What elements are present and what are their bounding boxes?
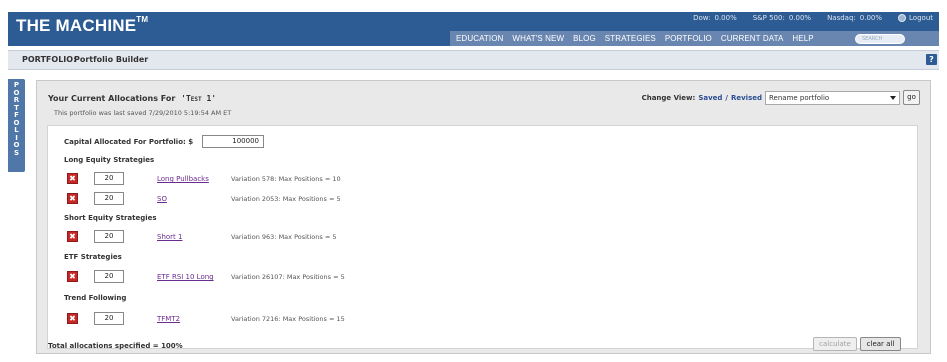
delete-icon[interactable]: ✖: [67, 193, 78, 204]
calculate-button[interactable]: calculate: [813, 337, 857, 351]
group-heading-short-equity: Short Equity Strategies: [64, 214, 157, 222]
brand-name: THE MACHINE: [16, 16, 137, 35]
allocations-title: Your Current Allocations For 'Test 1': [48, 94, 216, 103]
breadcrumb: PORTFOLIO: Portfolio Builder ?: [8, 50, 939, 70]
nav-blog[interactable]: BLOG: [573, 34, 596, 43]
allocation-row: ✖ 20 ETF RSI 10 Long Variation 26107: Ma…: [67, 270, 907, 284]
dow-value: 0.00%: [714, 14, 737, 22]
nasdaq-label: Nasdaq:: [827, 14, 856, 22]
variation-text: Variation 2053: Max Positions = 5: [231, 195, 341, 203]
view-separator: /: [725, 93, 728, 102]
change-view: Change View: Saved / Revised Rename port…: [642, 90, 920, 105]
capital-label: Capital Allocated For Portfolio: $: [64, 138, 194, 146]
strategy-link[interactable]: ETF RSI 10 Long: [157, 273, 214, 281]
portfolio-name: 'Test 1': [181, 94, 217, 103]
go-button[interactable]: go: [903, 90, 920, 105]
last-saved-note: This portfolio was last saved 7/29/2010 …: [54, 109, 232, 117]
trademark: TM: [136, 15, 149, 24]
capital-input[interactable]: 100000: [202, 135, 264, 148]
portfolio-action-select[interactable]: Rename portfolio: [765, 90, 900, 105]
saved-view-link[interactable]: Saved: [698, 94, 722, 102]
allocation-row: ✖ 20 Long Pullbacks Variation 578: Max P…: [67, 172, 907, 186]
strategy-link[interactable]: Short 1: [157, 233, 182, 241]
change-view-label: Change View:: [641, 93, 696, 102]
chevron-down-icon: [890, 95, 896, 100]
clear-all-button[interactable]: clear all: [860, 337, 901, 351]
market-ticker: Dow: 0.00% S&P 500: 0.00% Nasdaq: 0.00% …: [693, 14, 933, 22]
variation-text: Variation 26107: Max Positions = 5: [231, 273, 345, 281]
nav-whats-new[interactable]: WHAT'S NEW: [512, 34, 564, 43]
allocation-input[interactable]: 20: [94, 312, 124, 325]
allocations-form: Capital Allocated For Portfolio: $ 10000…: [47, 125, 918, 349]
allocation-row: ✖ 20 Short 1 Variation 963: Max Position…: [67, 230, 907, 244]
group-heading-trend-following: Trend Following: [64, 294, 127, 302]
logout-label: Logout: [909, 14, 933, 22]
allocations-title-prefix: Your Current Allocations For: [48, 94, 176, 103]
nav-portfolio[interactable]: PORTFOLIO: [665, 34, 712, 43]
strategy-link[interactable]: SO: [157, 195, 167, 203]
dow-label: Dow:: [693, 14, 711, 22]
allocation-row: ✖ 20 SO Variation 2053: Max Positions = …: [67, 192, 907, 206]
total-allocations-note: Total allocations specified = 100%: [48, 342, 183, 350]
strategy-link[interactable]: TFMT2: [157, 315, 180, 323]
allocation-input[interactable]: 20: [94, 230, 124, 243]
sp500-label: S&P 500:: [752, 14, 785, 22]
globe-icon: [898, 14, 907, 22]
strategy-link[interactable]: Long Pullbacks: [157, 175, 209, 183]
help-icon[interactable]: ?: [926, 54, 937, 65]
allocation-input[interactable]: 20: [94, 270, 124, 283]
nav-strategies[interactable]: STRATEGIES: [605, 34, 656, 43]
sp500-value: 0.00%: [788, 14, 812, 22]
group-heading-long-equity: Long Equity Strategies: [64, 156, 155, 164]
nav-current-data[interactable]: CURRENT DATA: [721, 34, 784, 43]
nasdaq-value: 0.00%: [859, 14, 883, 22]
allocation-row: ✖ 20 TFMT2 Variation 7216: Max Positions…: [67, 312, 907, 326]
nav-help[interactable]: HELP: [792, 34, 813, 43]
delete-icon[interactable]: ✖: [67, 313, 78, 324]
variation-text: Variation 963: Max Positions = 5: [231, 233, 337, 241]
nav-education[interactable]: EDUCATION: [456, 34, 503, 43]
brand-logo[interactable]: THE MACHINETM: [16, 15, 149, 36]
portfolio-panel: Your Current Allocations For 'Test 1' Th…: [36, 80, 931, 354]
delete-icon[interactable]: ✖: [67, 231, 78, 242]
portfolio-action-value: Rename portfolio: [769, 93, 830, 102]
main-nav: EDUCATION WHAT'S NEW BLOG STRATEGIES POR…: [450, 31, 939, 46]
portfolios-side-tab[interactable]: P O R T F O L I O S: [8, 79, 25, 172]
group-heading-etf: ETF Strategies: [64, 253, 122, 261]
allocation-input[interactable]: 20: [94, 172, 124, 185]
allocation-input[interactable]: 20: [94, 192, 124, 205]
app-header: THE MACHINETM Dow: 0.00% S&P 500: 0.00% …: [8, 12, 939, 46]
side-tab-letter: S: [13, 148, 20, 157]
delete-icon[interactable]: ✖: [67, 173, 78, 184]
delete-icon[interactable]: ✖: [67, 271, 78, 282]
search-input[interactable]: SEARCH: [855, 33, 905, 44]
variation-text: Variation 578: Max Positions = 10: [231, 175, 341, 183]
breadcrumb-section: PORTFOLIO:: [22, 55, 77, 64]
logout-link[interactable]: Logout: [898, 14, 933, 22]
revised-view-link[interactable]: Revised: [731, 94, 762, 102]
page-title: Portfolio Builder: [74, 55, 149, 64]
variation-text: Variation 7216: Max Positions = 15: [231, 315, 345, 323]
